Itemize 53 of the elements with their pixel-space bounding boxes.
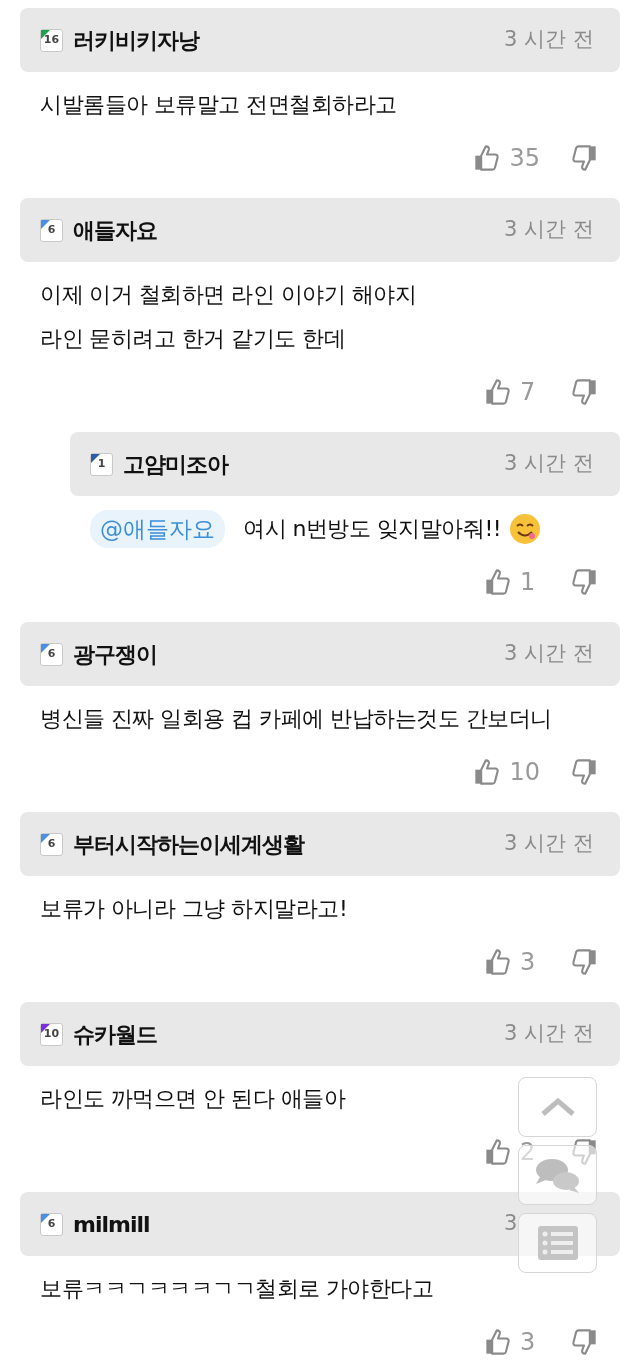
- like-count: 35: [509, 143, 540, 174]
- comment-text: 시발롬들아 보류말고 전면철회하라고: [39, 91, 397, 119]
- level-badge: 16: [40, 28, 63, 52]
- like-count: 3: [520, 947, 537, 978]
- timestamp: 3 시간 전: [504, 26, 595, 54]
- comment-text: 라인 묻히려고 한거 같기도 한데: [39, 325, 346, 353]
- comment-text: 보류가 아니라 그냥 하지말라고!: [39, 895, 348, 923]
- like-count: 1: [520, 567, 537, 598]
- like-count: 10: [509, 757, 540, 788]
- level-badge: 6: [40, 1212, 63, 1236]
- timestamp: 3 시간 전: [504, 450, 595, 478]
- thumbs-down-icon[interactable]: [570, 144, 598, 172]
- username[interactable]: 광구쟁이: [73, 637, 157, 671]
- thumbs-up-icon[interactable]: [484, 1328, 512, 1356]
- comment-text: 이제 이거 철회하면 라인 이야기 해야지: [39, 281, 417, 309]
- thumbs-up-icon[interactable]: [484, 948, 512, 976]
- thumbs-down-icon[interactable]: [570, 568, 598, 596]
- like-count: 7: [520, 377, 537, 408]
- thumbs-up-icon[interactable]: [484, 378, 512, 406]
- timestamp: 3 시간 전: [504, 640, 595, 668]
- like-count: 2: [520, 1137, 537, 1168]
- list-button[interactable]: [518, 1213, 597, 1273]
- username[interactable]: 애들자요: [73, 213, 157, 247]
- thumbs-up-icon[interactable]: [473, 758, 502, 786]
- thumbs-up-icon[interactable]: [473, 144, 502, 172]
- thumbs-down-icon[interactable]: [570, 378, 598, 406]
- thumbs-down-icon[interactable]: [570, 1328, 598, 1356]
- comment-text: 병신들 진짜 일회용 컵 카페에 반납하는것도 간보더니: [39, 705, 552, 733]
- thumbs-down-icon[interactable]: [570, 948, 598, 976]
- username[interactable]: 고얌미조아: [123, 447, 228, 481]
- timestamp: 3 시간 전: [504, 1020, 595, 1048]
- comment-text: 라인도 까먹으면 안 된다 애들아: [39, 1085, 346, 1113]
- level-badge: 6: [40, 218, 63, 242]
- username[interactable]: 슈카월드: [73, 1017, 157, 1051]
- timestamp: 3 시간 전: [504, 830, 595, 858]
- thumbs-up-icon[interactable]: [484, 568, 512, 596]
- comment-text: 보류ㅋㅋㄱㅋㅋㅋㄱㄱ철회로 가야한다고: [39, 1275, 434, 1303]
- thumbs-down-icon[interactable]: [570, 1138, 598, 1166]
- timestamp: 3: [504, 1210, 519, 1238]
- chevron-up-icon: [539, 1097, 576, 1117]
- timestamp: 3 시간 전: [504, 216, 595, 244]
- level-badge: 6: [40, 832, 63, 856]
- username[interactable]: milmill: [73, 1207, 150, 1241]
- level-badge: 1: [90, 452, 113, 476]
- level-badge: 10: [40, 1022, 63, 1046]
- username[interactable]: 러키비키자낭: [73, 23, 199, 57]
- username[interactable]: 부터시작하는이세계생활: [73, 827, 304, 861]
- like-count: 3: [520, 1327, 537, 1358]
- comment-text: 여시 n번방도 잊지말아줘!!: [243, 515, 502, 543]
- thumbs-up-icon[interactable]: [484, 1138, 512, 1166]
- thumbs-down-icon[interactable]: [570, 758, 598, 786]
- scroll-up-button[interactable]: [518, 1077, 597, 1137]
- level-badge: 6: [40, 642, 63, 666]
